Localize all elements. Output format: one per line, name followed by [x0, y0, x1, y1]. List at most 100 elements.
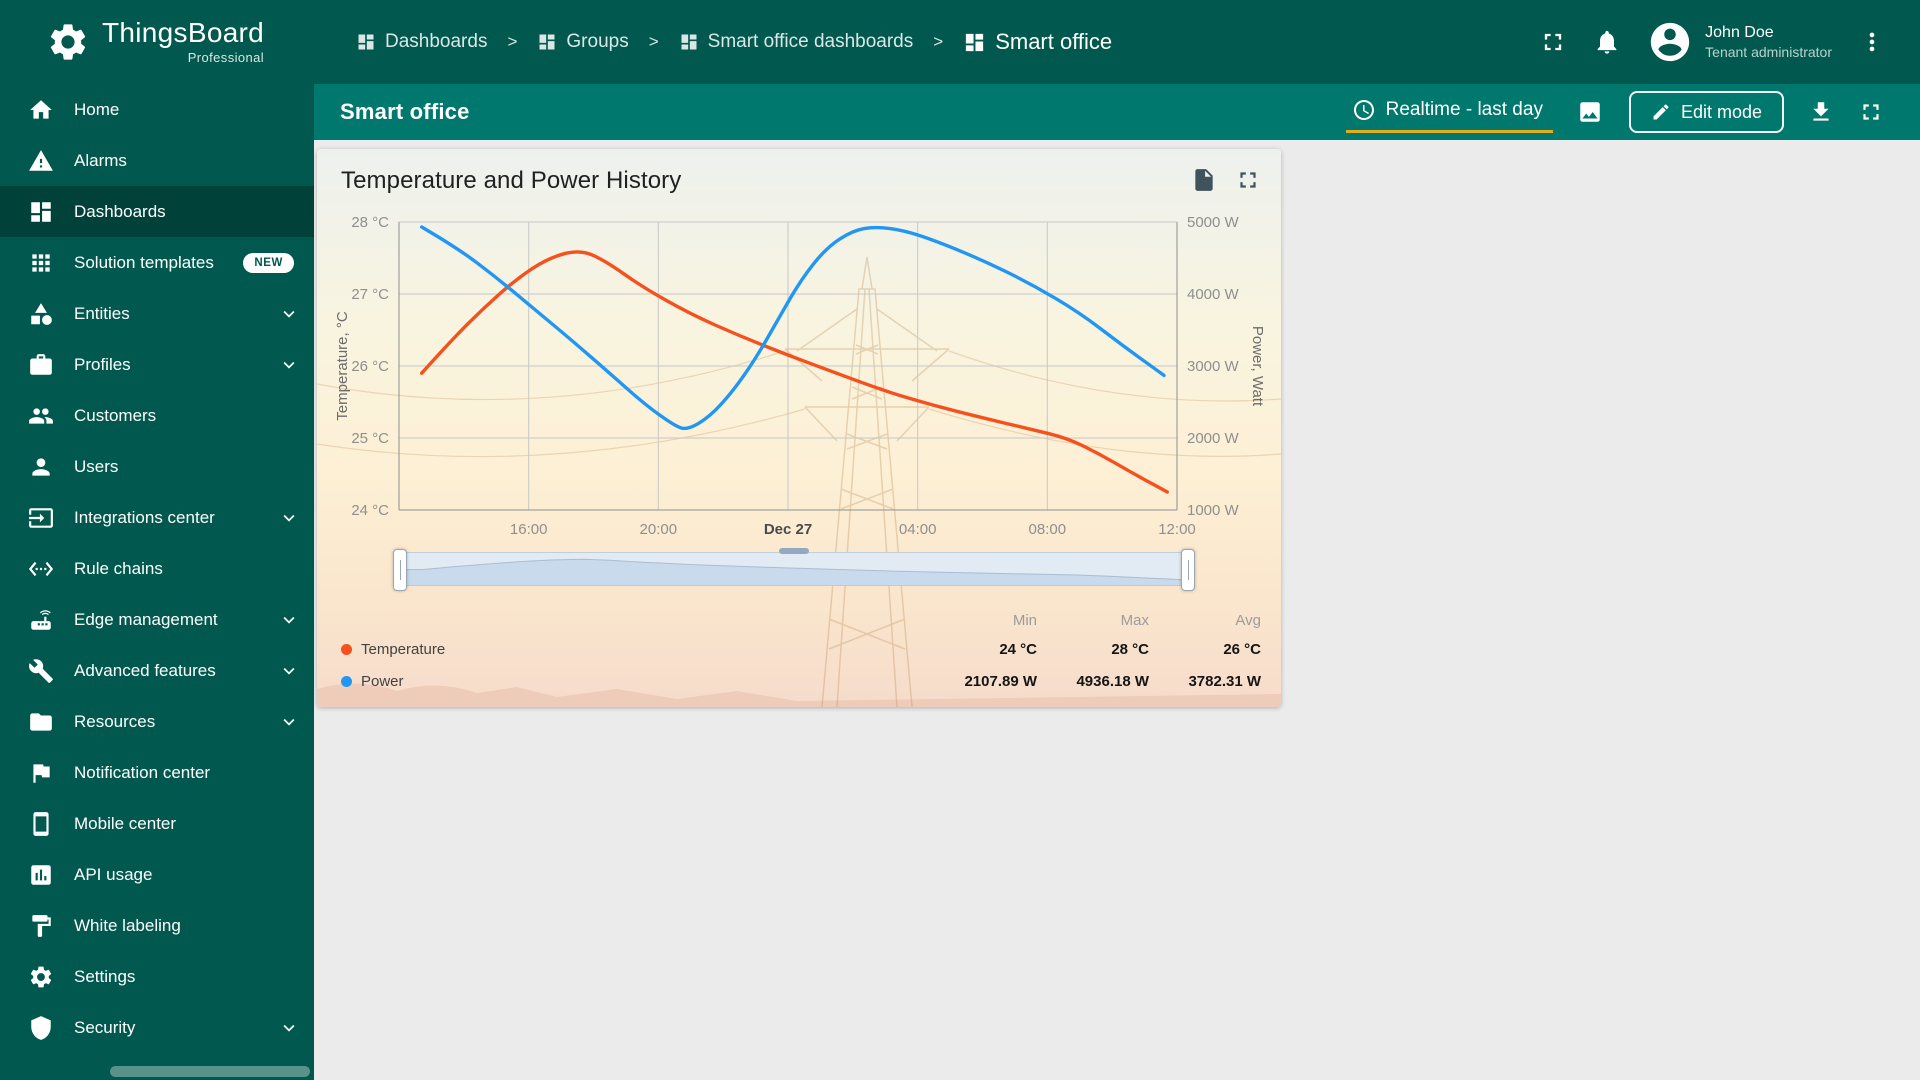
clock-icon [1352, 98, 1376, 122]
sidebar-item-home[interactable]: Home [0, 84, 314, 135]
svg-text:27 °C: 27 °C [351, 286, 389, 303]
series-color-dot [341, 643, 352, 655]
sidebar-item-label: Advanced features [74, 660, 216, 680]
api-icon [28, 862, 54, 888]
edge-icon [28, 607, 54, 633]
timewindow-label: Realtime - last day [1385, 99, 1543, 120]
legend-value: 28 °C [1111, 640, 1149, 658]
fullscreen-icon[interactable] [1539, 28, 1567, 56]
pencil-icon [1651, 102, 1671, 122]
edit-mode-button[interactable]: Edit mode [1628, 91, 1784, 133]
user-menu[interactable]: John Doe Tenant administrator [1647, 19, 1832, 65]
svg-text:2000 W: 2000 W [1187, 430, 1240, 447]
sidebar-item-label: Notification center [74, 762, 211, 782]
sidebar-item-resources[interactable]: Resources [0, 696, 314, 747]
timewindow-button[interactable]: Realtime - last day [1345, 91, 1553, 133]
thingsboard-gear-icon [46, 20, 90, 64]
sidebar-item-integrations-center[interactable]: Integrations center [0, 492, 314, 543]
breadcrumb-label: Smart office dashboards [707, 31, 914, 52]
legend-value: 24 °C [999, 640, 1037, 658]
sidebar-item-rule-chains[interactable]: Rule chains [0, 543, 314, 594]
home-icon [28, 97, 54, 123]
svg-text:12:00: 12:00 [1158, 521, 1196, 538]
sidebar-item-settings[interactable]: Settings [0, 951, 314, 1002]
sidebar-item-label: Mobile center [74, 813, 177, 833]
slider-left-handle[interactable] [393, 549, 407, 591]
breadcrumb-item-groups[interactable]: Groups [537, 31, 629, 53]
svg-text:16:00: 16:00 [510, 521, 548, 538]
sidebar-item-api-usage[interactable]: API usage [0, 849, 314, 900]
svg-text:24 °C: 24 °C [351, 502, 389, 519]
sidebar-item-label: Users [74, 456, 119, 476]
chevron-down-icon [278, 507, 300, 529]
breadcrumb-label: Groups [566, 31, 629, 52]
sidebar-item-dashboards[interactable]: Dashboards [0, 186, 314, 237]
sidebar-item-notification-center[interactable]: Notification center [0, 747, 314, 798]
dashboard-canvas: Temperature and Power History 28 °C 27 °C… [314, 140, 1920, 1080]
temperature-power-chart[interactable]: 28 °C 27 °C 26 °C 25 °C 24 °C 5000 W 4000 W 300… [317, 207, 1281, 557]
svg-text:3000 W: 3000 W [1187, 358, 1240, 375]
legend-item-temperature[interactable]: Temperature [341, 641, 925, 658]
sidebar-item-label: Alarms [74, 150, 127, 170]
sidebar-item-profiles[interactable]: Profiles [0, 339, 314, 390]
legend-row-temperature: Temperature 24 °C 28 °C 26 °C [341, 633, 1261, 665]
sidebar-item-advanced-features[interactable]: Advanced features [0, 645, 314, 696]
bell-icon[interactable] [1593, 28, 1621, 56]
more-vert-icon[interactable] [1858, 28, 1886, 56]
legend-item-power[interactable]: Power [341, 673, 925, 690]
rule-chains-icon [28, 556, 54, 582]
app-header: ThingsBoard Professional Dashboards > Grou… [0, 0, 1920, 84]
slider-move-handle[interactable] [779, 548, 809, 554]
sidebar-scrollbar-thumb[interactable] [110, 1066, 310, 1077]
widget-title: Temperature and Power History [341, 167, 682, 194]
breadcrumb-item-dashboards[interactable]: Dashboards [356, 31, 487, 53]
widget-card: Temperature and Power History 28 °C 27 °C… [317, 149, 1281, 707]
logo[interactable]: ThingsBoard Professional [0, 19, 314, 65]
dashboard-grid-icon [963, 31, 986, 54]
fullscreen-icon[interactable] [1858, 99, 1884, 125]
legend-column-max: Max [1120, 611, 1149, 629]
legend-value: 3782.31 W [1188, 672, 1261, 690]
breadcrumb-separator: > [507, 32, 518, 51]
legend-value: 4936.18 W [1076, 672, 1149, 690]
breadcrumb-label: Smart office [995, 29, 1113, 54]
sidebar-item-entities[interactable]: Entities [0, 288, 314, 339]
legend-row-power: Power 2107.89 W 4936.18 W 3782.31 W [341, 665, 1261, 697]
svg-text:Temperature, °C: Temperature, °C [334, 311, 351, 421]
sidebar-item-label: Entities [74, 303, 130, 323]
breadcrumb: Dashboards > Groups > Smart office dashboard… [314, 29, 1539, 55]
sidebar-item-label: Rule chains [74, 558, 163, 578]
solution-templates-icon [28, 250, 54, 276]
alarms-icon [28, 148, 54, 174]
breadcrumb-separator: > [933, 32, 944, 51]
breadcrumb-item-smart-office-dashboards[interactable]: Smart office dashboards [679, 31, 914, 53]
sidebar-item-mobile-center[interactable]: Mobile center [0, 798, 314, 849]
white-labeling-icon [28, 913, 54, 939]
breadcrumb-item-smart-office[interactable]: Smart office [963, 29, 1112, 55]
main-content: Smart office Realtime - last day Edit mo… [314, 84, 1920, 1080]
dashboard-title: Smart office [340, 99, 470, 124]
sidebar-item-label: Customers [74, 405, 157, 425]
legend-header-row: Min Max Avg [341, 607, 1261, 633]
sidebar-item-label: API usage [74, 864, 153, 884]
sidebar-item-users[interactable]: Users [0, 441, 314, 492]
slider-right-handle[interactable] [1181, 549, 1195, 591]
svg-text:25 °C: 25 °C [351, 430, 389, 447]
sidebar-item-customers[interactable]: Customers [0, 390, 314, 441]
sidebar-item-label: Resources [74, 711, 156, 731]
fullscreen-icon[interactable] [1235, 167, 1261, 193]
image-icon[interactable] [1577, 99, 1603, 125]
dashboard-grid-icon [679, 32, 699, 52]
edit-mode-label: Edit mode [1680, 101, 1762, 122]
time-range-slider[interactable] [393, 546, 1195, 594]
download-icon[interactable] [1808, 99, 1834, 125]
sidebar-item-solution-templates[interactable]: Solution templates NEW [0, 237, 314, 288]
sidebar-item-edge-management[interactable]: Edge management [0, 594, 314, 645]
slider-track[interactable] [399, 552, 1189, 586]
sidebar-item-label: White labeling [74, 915, 181, 935]
sidebar-item-security[interactable]: Security [0, 1002, 314, 1053]
svg-text:28 °C: 28 °C [351, 214, 389, 231]
file-export-icon[interactable] [1191, 167, 1217, 193]
sidebar-item-alarms[interactable]: Alarms [0, 135, 314, 186]
sidebar-item-white-labeling[interactable]: White labeling [0, 900, 314, 951]
